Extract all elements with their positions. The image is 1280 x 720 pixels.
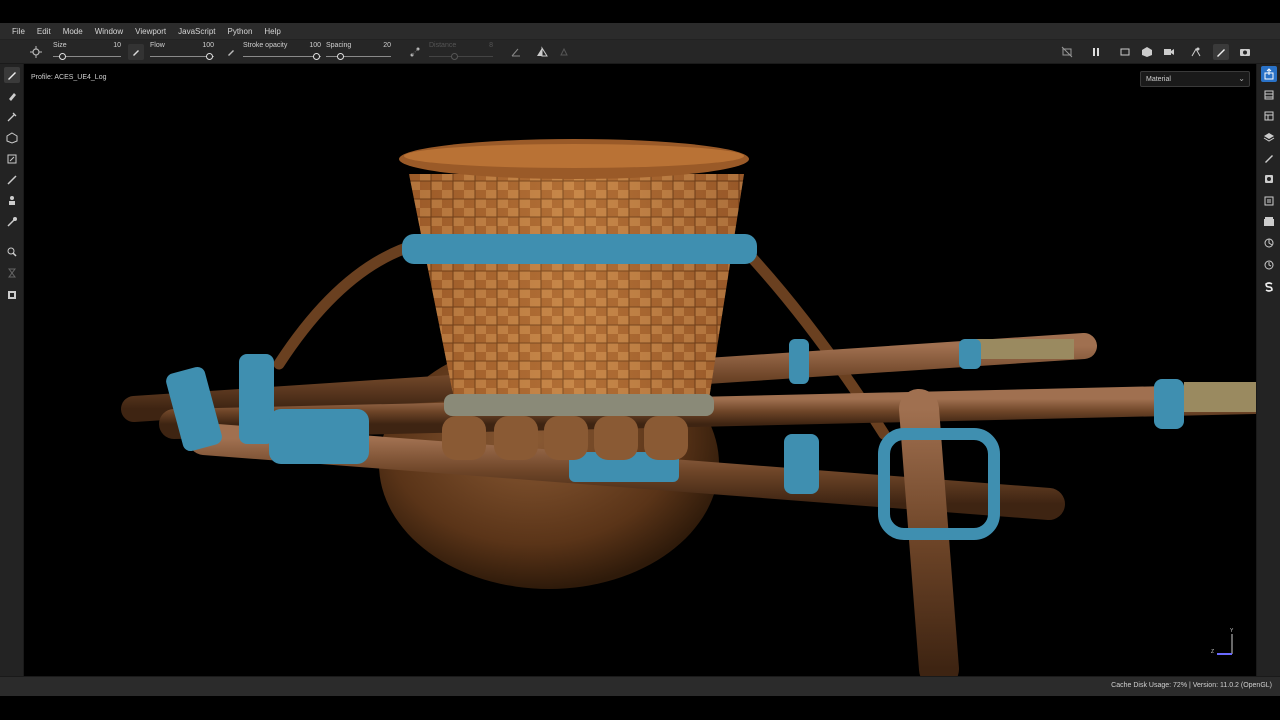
letterbox-top	[0, 0, 1280, 23]
stroke-opacity-slider[interactable]: Stroke opacity 100	[243, 42, 321, 62]
size-knob[interactable]	[59, 53, 66, 60]
basket-rope-band	[402, 234, 757, 264]
spacing-value[interactable]: 20	[383, 42, 391, 49]
substance-icon[interactable]	[1261, 279, 1277, 295]
display-channel-value: Material	[1146, 75, 1171, 83]
spacing-knob[interactable]	[337, 53, 344, 60]
lighting-icon[interactable]	[1188, 44, 1204, 60]
geometry-mask-icon[interactable]	[4, 214, 20, 230]
flow-track[interactable]	[150, 56, 214, 57]
picker-icon[interactable]	[4, 193, 20, 209]
menu-edit[interactable]: Edit	[31, 27, 57, 36]
distance-slider[interactable]: Distance 8	[429, 42, 493, 62]
2d-view-icon[interactable]	[1117, 44, 1133, 60]
axis-gizmo: Y Z	[1211, 628, 1234, 655]
arch-stick-left	[273, 238, 425, 370]
flow-label: Flow	[150, 42, 165, 49]
symmetry-icon[interactable]	[534, 44, 550, 60]
display-channel-dropdown[interactable]: Material ⌄	[1140, 71, 1250, 87]
pause-icon[interactable]	[1088, 44, 1104, 60]
symmetry-settings-icon[interactable]	[556, 44, 572, 60]
3d-model-render[interactable]: Y Z	[24, 64, 1256, 676]
viewport-settings-icon[interactable]	[1261, 257, 1277, 273]
paint-brush-icon[interactable]	[1213, 44, 1229, 60]
basket-base-rope	[444, 394, 714, 416]
export-icon[interactable]	[1261, 66, 1277, 82]
history-icon[interactable]	[1261, 235, 1277, 251]
basket-shading	[409, 174, 744, 399]
lazy-mouse-icon[interactable]	[407, 44, 423, 60]
angle-icon[interactable]	[508, 44, 524, 60]
tools-sidebar	[0, 64, 24, 676]
properties-icon[interactable]	[1261, 150, 1277, 166]
flow-value[interactable]: 100	[202, 42, 214, 49]
pole-wrap-upper	[974, 339, 1074, 359]
panels-sidebar	[1256, 64, 1280, 676]
shelf-icon[interactable]	[1261, 193, 1277, 209]
status-bar: Cache Disk Usage: 72% | Version: 11.0.2 …	[0, 676, 1280, 696]
smudge-icon[interactable]	[4, 151, 20, 167]
polygon-fill-icon[interactable]	[4, 130, 20, 146]
viewport-3d[interactable]: Y Z Profile: ACES_UE4_Log Material ⌄	[24, 64, 1256, 676]
bake-icon[interactable]	[4, 244, 20, 260]
stroke-opacity-label: Stroke opacity	[243, 42, 288, 49]
distance-label: Distance	[429, 42, 457, 49]
menu-window[interactable]: Window	[89, 27, 129, 36]
status-text: Cache Disk Usage: 72% | Version: 11.0.2 …	[1111, 682, 1272, 689]
clone-icon[interactable]	[4, 172, 20, 188]
letterbox-bottom	[0, 696, 1280, 720]
paint-brush-icon[interactable]	[4, 67, 20, 83]
eraser-icon[interactable]	[4, 88, 20, 104]
camera-off-icon[interactable]	[1059, 44, 1075, 60]
menu-javascript[interactable]: JavaScript	[172, 27, 221, 36]
layers-panel-icon[interactable]	[1261, 87, 1277, 103]
timer-icon[interactable]	[4, 265, 20, 281]
3d-view-icon[interactable]	[1139, 44, 1155, 60]
display-settings-icon[interactable]	[1261, 171, 1277, 187]
menu-mode[interactable]: Mode	[57, 27, 89, 36]
distance-track[interactable]	[429, 56, 493, 57]
stroke-opacity-track[interactable]	[243, 56, 321, 57]
color-profile-label: Profile: ACES_UE4_Log	[31, 74, 107, 81]
distance-knob[interactable]	[451, 53, 458, 60]
layer-stack-icon[interactable]	[4, 287, 20, 303]
svg-text:Z: Z	[1211, 649, 1214, 655]
texture-set-icon[interactable]	[1261, 108, 1277, 124]
size-value[interactable]: 10	[113, 42, 121, 49]
menu-help[interactable]: Help	[258, 27, 286, 36]
wooden-slats	[442, 416, 688, 460]
stroke-opacity-value[interactable]: 100	[309, 42, 321, 49]
stack-icon[interactable]	[1261, 129, 1277, 145]
size-slider[interactable]: Size 10	[53, 42, 121, 62]
svg-text:Y: Y	[1230, 628, 1234, 634]
library-icon[interactable]	[1261, 214, 1277, 230]
menu-python[interactable]: Python	[222, 27, 259, 36]
brush-settings-icon[interactable]	[28, 44, 44, 60]
chevron-down-icon: ⌄	[1238, 74, 1245, 83]
projection-icon[interactable]	[4, 109, 20, 125]
flow-knob[interactable]	[206, 53, 213, 60]
spacing-slider[interactable]: Spacing 20	[326, 42, 391, 62]
flow-brush-icon[interactable]	[223, 44, 239, 60]
screenshot-icon[interactable]	[1237, 44, 1253, 60]
paint-mode-icon[interactable]	[128, 44, 144, 60]
camera-icon[interactable]	[1161, 44, 1177, 60]
distance-value[interactable]: 8	[489, 42, 493, 49]
menu-bar: File Edit Mode Window Viewport JavaScrip…	[0, 23, 1280, 40]
flow-slider[interactable]: Flow 100	[150, 42, 214, 62]
menu-viewport[interactable]: Viewport	[129, 27, 172, 36]
menu-file[interactable]: File	[6, 27, 31, 36]
pole-wrap-middle	[1184, 382, 1256, 412]
size-label: Size	[53, 42, 67, 49]
spacing-label: Spacing	[326, 42, 352, 49]
tool-properties-bar: Size 10 Flow 100 Stroke opacity 100 Spac…	[0, 40, 1280, 64]
spacing-track[interactable]	[326, 56, 391, 57]
stroke-opacity-knob[interactable]	[313, 53, 320, 60]
